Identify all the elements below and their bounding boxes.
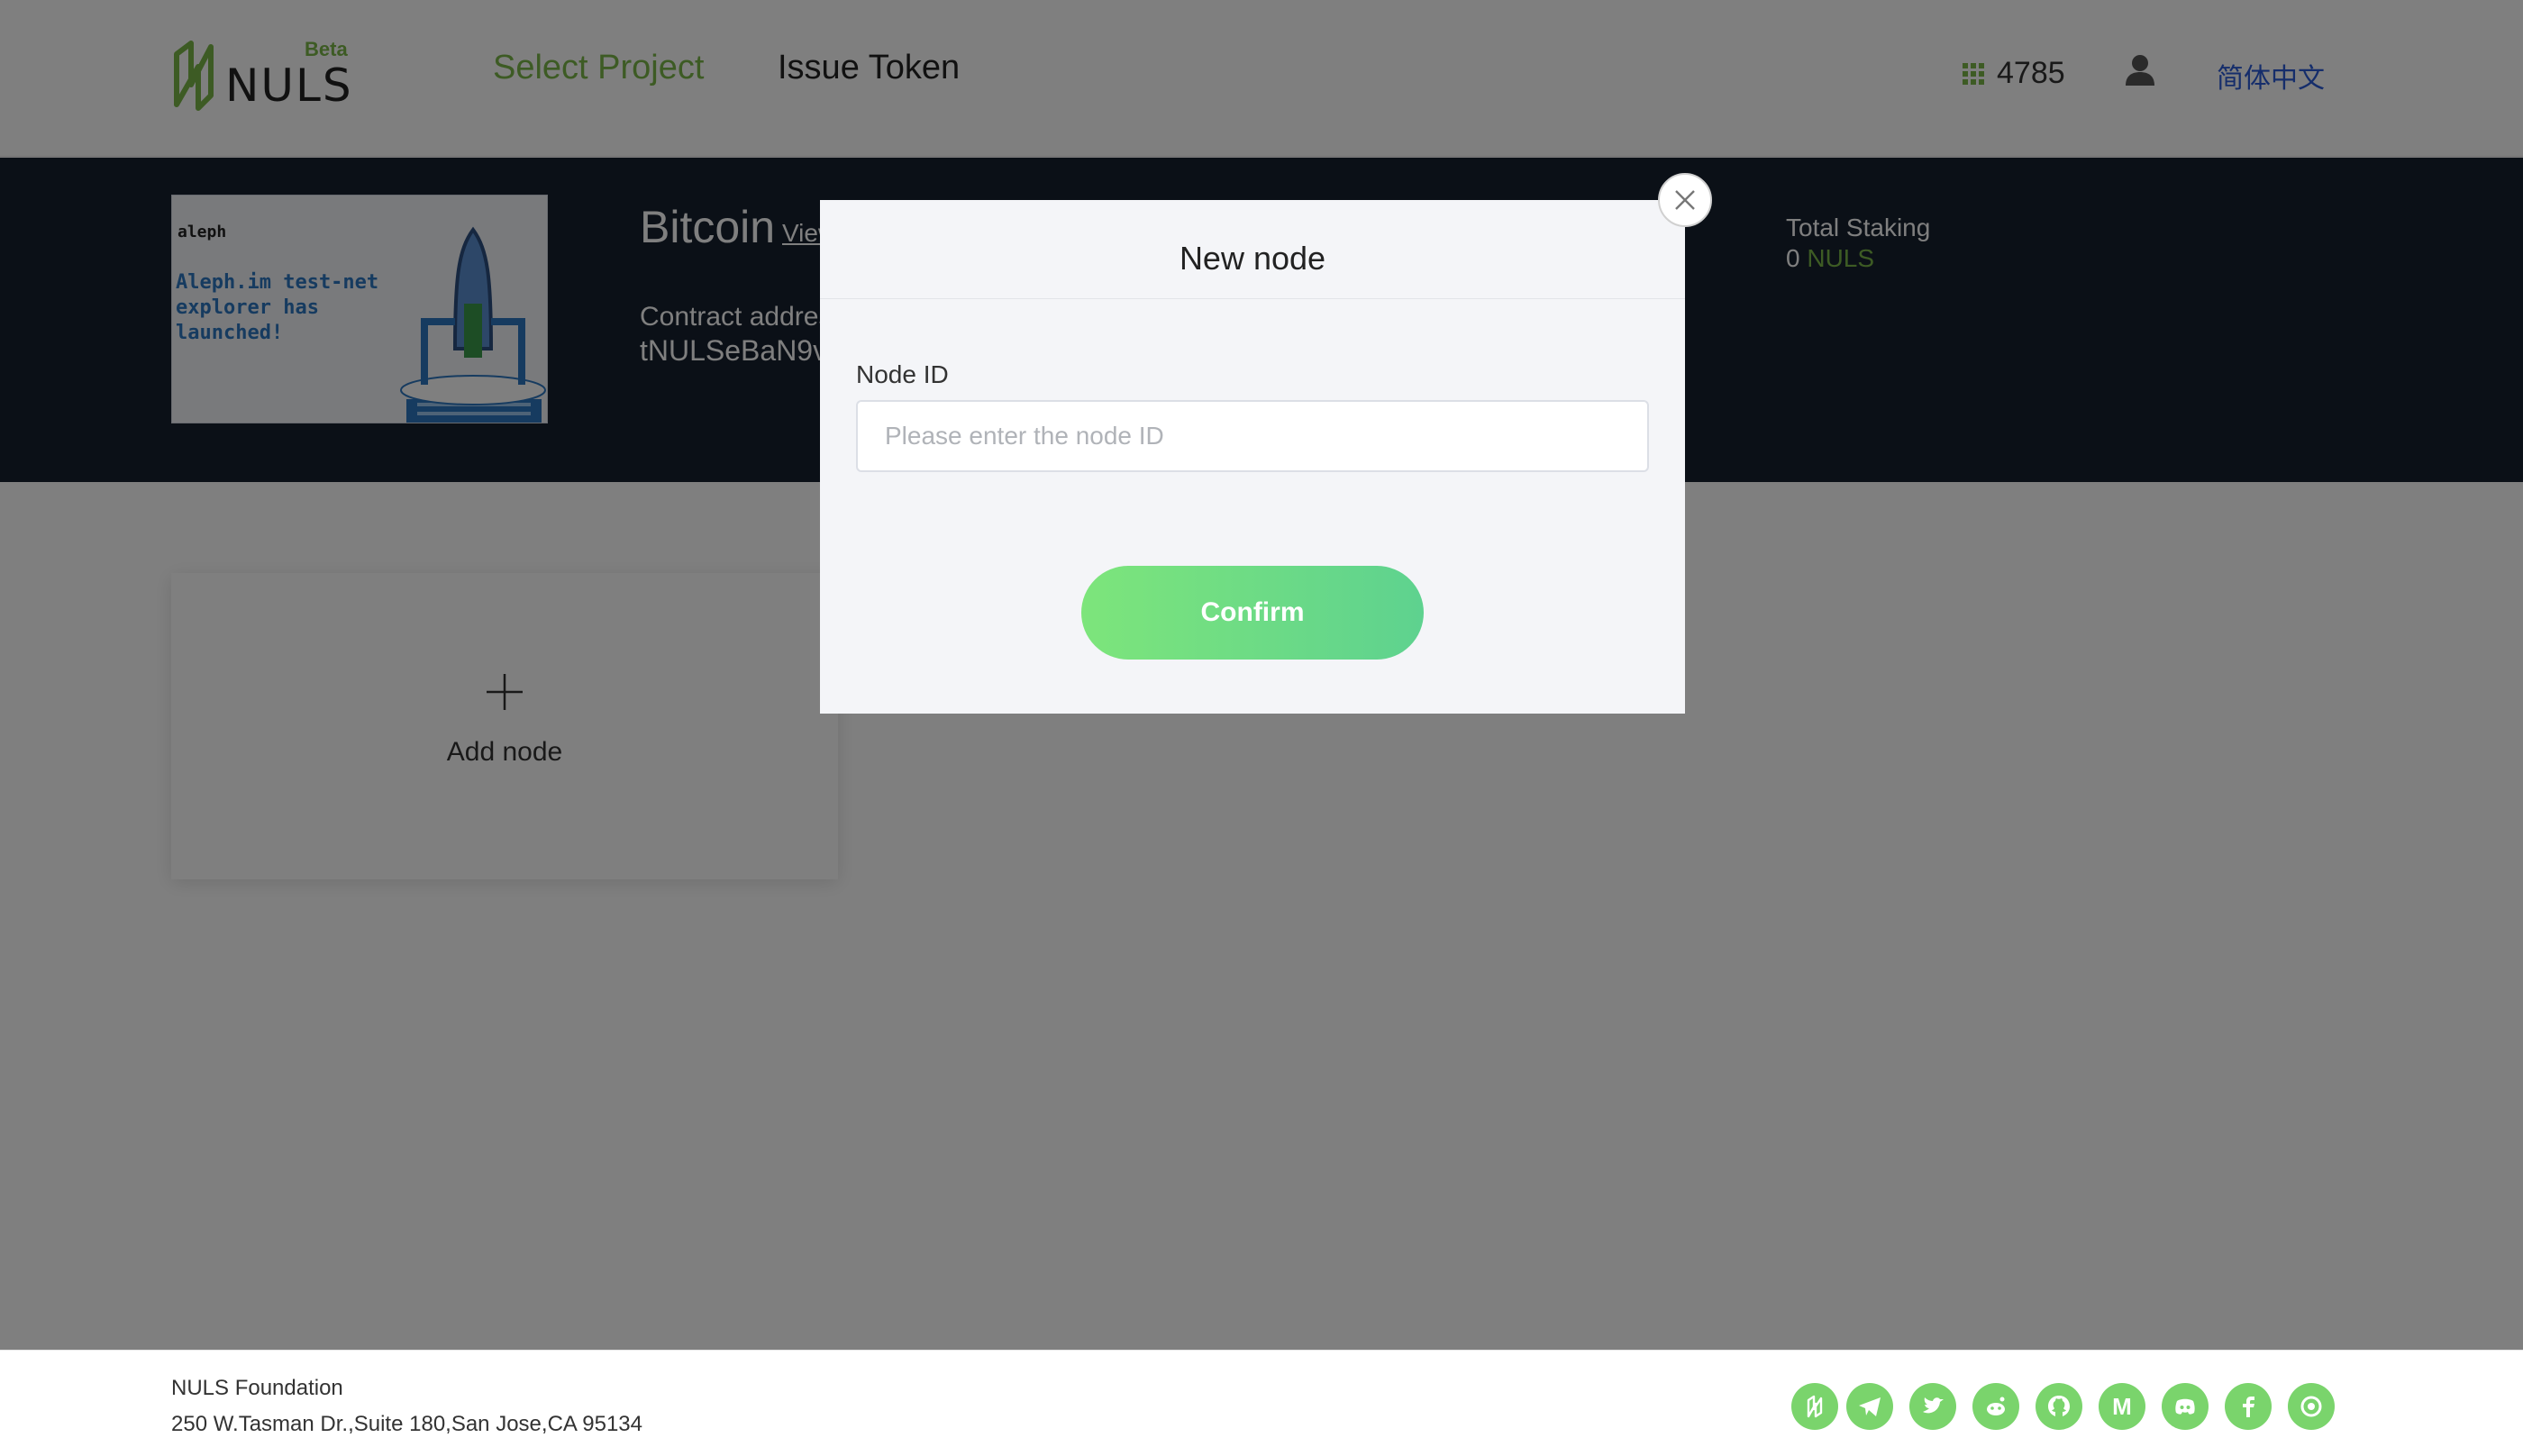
close-icon [1675, 190, 1695, 210]
facebook-icon[interactable] [2225, 1383, 2272, 1430]
telegram-icon[interactable] [1846, 1383, 1893, 1430]
footer-address: 250 W.Tasman Dr.,Suite 180,San Jose,CA 9… [171, 1412, 642, 1436]
footer-org-name: NULS Foundation [171, 1376, 343, 1400]
reddit-icon[interactable] [1972, 1383, 2019, 1430]
medium-icon[interactable]: M [2099, 1383, 2145, 1430]
close-dialog-button[interactable] [1658, 173, 1712, 227]
github-icon[interactable] [2036, 1383, 2082, 1430]
node-id-input[interactable] [856, 400, 1649, 472]
twitter-icon[interactable] [1909, 1383, 1956, 1430]
footer: NULS Foundation 250 W.Tasman Dr.,Suite 1… [0, 1350, 2523, 1456]
dialog-title: New node [820, 200, 1685, 299]
node-id-label: Node ID [856, 360, 949, 388]
other-icon[interactable] [2288, 1383, 2335, 1430]
confirm-button[interactable]: Confirm [1081, 566, 1424, 660]
new-node-dialog: New node Node ID Confirm [820, 200, 1685, 714]
nuls-icon[interactable] [1791, 1383, 1838, 1430]
discord-icon[interactable] [2162, 1383, 2209, 1430]
